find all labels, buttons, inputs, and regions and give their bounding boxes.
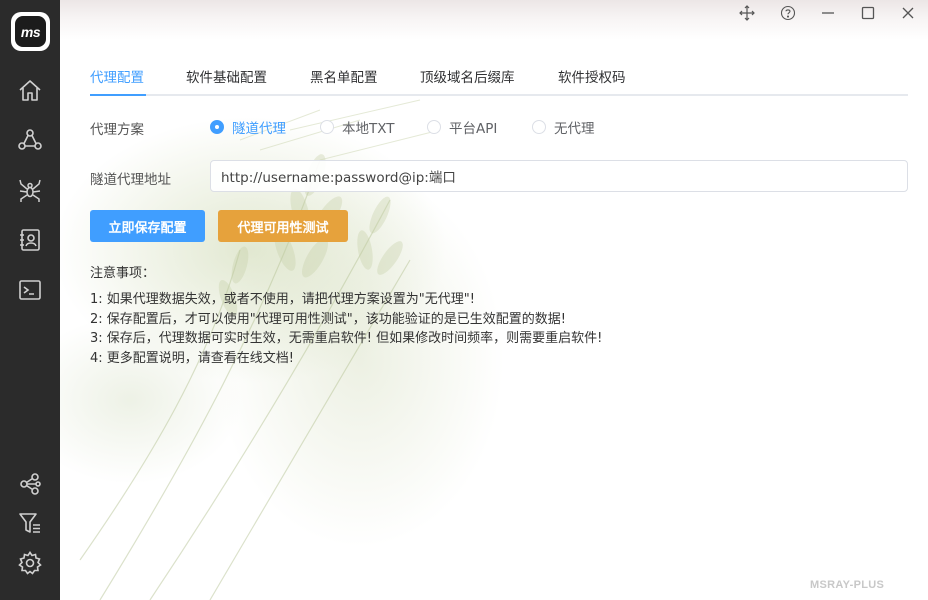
radio-local-txt[interactable]: 本地TXT xyxy=(320,118,395,137)
sidebar: ms xyxy=(0,0,60,600)
tunnel-address-input[interactable] xyxy=(210,160,908,192)
tab-software-basic-config[interactable]: 软件基础配置 xyxy=(186,66,267,96)
proxy-test-button[interactable]: 代理可用性测试 xyxy=(218,210,348,242)
notes-title: 注意事项： xyxy=(90,266,156,281)
close-icon[interactable] xyxy=(896,2,920,24)
move-icon[interactable] xyxy=(735,2,759,24)
maximize-icon[interactable] xyxy=(856,2,880,24)
radio-label: 本地TXT xyxy=(342,121,395,137)
tab-tld-suffix-library[interactable]: 顶级域名后缀库 xyxy=(420,66,515,96)
main-panel: 代理配置 软件基础配置 黑名单配置 顶级域名后缀库 软件授权码 代理方案 隧道代… xyxy=(60,0,928,600)
help-icon[interactable] xyxy=(776,2,800,24)
note-item: 4: 更多配置说明，请查看在线文档! xyxy=(90,350,294,366)
terminal-icon[interactable] xyxy=(15,275,45,305)
spider-icon[interactable] xyxy=(15,175,45,205)
note-item: 2: 保存配置后，才可以使用"代理可用性测试"，该功能验证的是已生效配置的数据! xyxy=(90,311,566,327)
config-tabs: 代理配置 软件基础配置 黑名单配置 顶级域名后缀库 软件授权码 xyxy=(90,66,908,96)
note-item: 1: 如果代理数据失效，或者不使用，请把代理方案设置为"无代理"! xyxy=(90,292,475,307)
settings-icon[interactable] xyxy=(15,548,45,578)
active-tab-indicator xyxy=(90,94,146,96)
brand-watermark: MSRAY-PLUS xyxy=(810,579,885,591)
tunnel-address-label: 隧道代理地址 xyxy=(90,172,171,188)
contacts-icon[interactable] xyxy=(15,225,45,255)
radio-label: 无代理 xyxy=(554,121,595,137)
radio-platform-api[interactable]: 平台API xyxy=(427,118,498,137)
radio-dot xyxy=(532,120,546,134)
radio-no-proxy[interactable]: 无代理 xyxy=(532,118,595,137)
proxy-mode-label: 代理方案 xyxy=(90,122,144,138)
minimize-icon[interactable] xyxy=(816,2,840,24)
radio-label: 平台API xyxy=(449,121,498,137)
radio-dot xyxy=(427,120,441,134)
radio-label: 隧道代理 xyxy=(232,121,286,137)
app-logo-text: ms xyxy=(15,16,46,47)
tab-license-code[interactable]: 软件授权码 xyxy=(558,66,626,96)
radio-tunnel-proxy[interactable]: 隧道代理 xyxy=(210,118,286,137)
note-item: 3: 保存后，代理数据可实时生效，无需重启软件! 但如果修改时间频率，则需要重启… xyxy=(90,331,603,346)
share-icon[interactable] xyxy=(15,469,45,499)
radio-dot xyxy=(210,120,224,134)
save-config-button[interactable]: 立即保存配置 xyxy=(90,210,205,242)
radio-dot xyxy=(320,120,334,134)
filter-list-icon[interactable] xyxy=(15,508,45,538)
tab-proxy-config[interactable]: 代理配置 xyxy=(90,66,144,96)
app-logo: ms xyxy=(11,12,50,51)
notes-list: 1: 如果代理数据失效，或者不使用，请把代理方案设置为"无代理"! 2: 保存配… xyxy=(90,290,602,368)
tab-blacklist-config[interactable]: 黑名单配置 xyxy=(310,66,378,96)
home-icon[interactable] xyxy=(15,76,45,106)
network-icon[interactable] xyxy=(15,125,45,155)
